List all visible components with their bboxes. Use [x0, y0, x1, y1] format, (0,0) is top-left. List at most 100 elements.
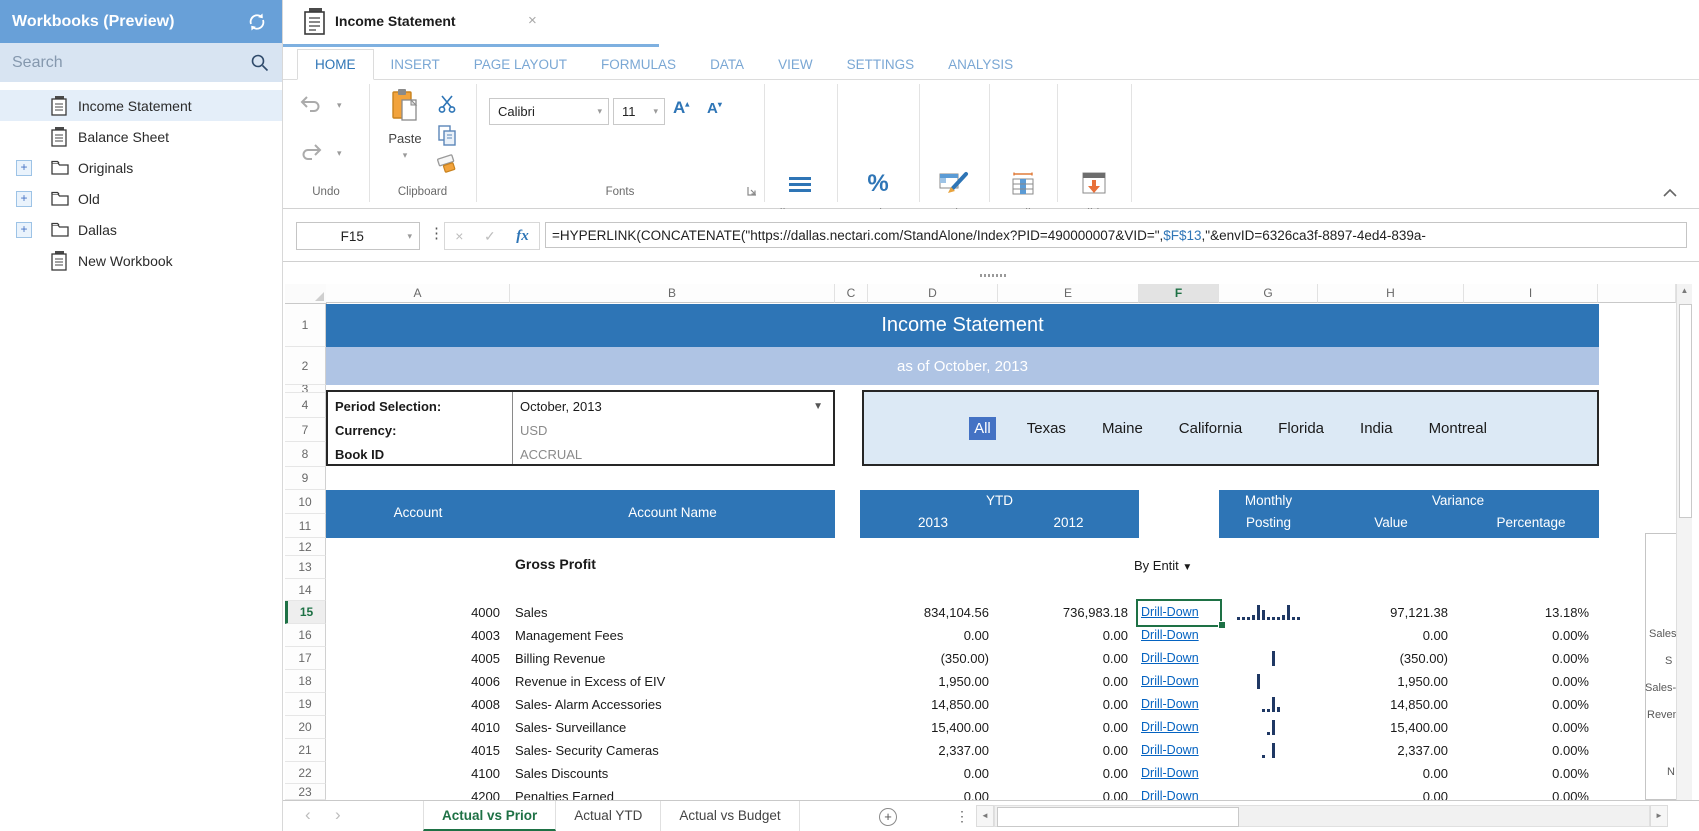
pane-resize-handle[interactable] — [980, 274, 1006, 277]
column-header-b[interactable]: B — [510, 284, 835, 303]
variance-pct-cell[interactable]: 0.00% — [1464, 716, 1589, 739]
row-header-7[interactable]: 7 — [285, 418, 326, 442]
account-cell[interactable]: 4003 — [326, 624, 500, 647]
account-name-cell[interactable]: Revenue in Excess of EIV — [515, 670, 665, 693]
ribbon-tab-home[interactable]: HOME — [297, 49, 374, 80]
sidebar-item-new-workbook[interactable]: + New Workbook — [0, 245, 282, 276]
scroll-left-icon[interactable]: ◄ — [976, 805, 994, 827]
search-input[interactable]: Search — [0, 43, 282, 82]
row-header-12[interactable]: 12 — [285, 538, 326, 556]
scroll-right-icon[interactable]: ► — [1650, 805, 1668, 827]
ytd-2013-cell[interactable]: 0.00 — [868, 762, 989, 785]
ytd-2013-cell[interactable]: 14,850.00 — [868, 693, 989, 716]
ytd-2013-cell[interactable]: 2,337.00 — [868, 739, 989, 762]
column-header-g[interactable]: G — [1219, 284, 1318, 303]
account-cell[interactable]: 4015 — [326, 739, 500, 762]
sheet-menu-icon[interactable]: ⋮ — [955, 808, 969, 825]
column-header-i[interactable]: I — [1464, 284, 1598, 303]
sheet-tab-actual-vs-prior[interactable]: Actual vs Prior — [423, 801, 556, 831]
ytd-2013-cell[interactable]: 0.00 — [868, 785, 989, 800]
drill-down-link[interactable]: Drill-Down — [1141, 624, 1199, 647]
sidebar-item-income-statement[interactable]: + Income Statement — [0, 90, 282, 121]
account-cell[interactable]: 4006 — [326, 670, 500, 693]
sidebar-item-dallas[interactable]: + Dallas — [0, 214, 282, 245]
column-header-h[interactable]: H — [1318, 284, 1464, 303]
refresh-icon[interactable] — [246, 11, 268, 33]
region-filter-option-maine[interactable]: Maine — [1097, 417, 1148, 440]
ribbon-tab-insert[interactable]: INSERT — [374, 50, 457, 79]
column-header-f[interactable]: F — [1139, 284, 1219, 303]
row-header-10[interactable]: 10 — [285, 490, 326, 514]
vertical-scrollbar-thumb[interactable] — [1679, 304, 1692, 518]
region-filter-option-india[interactable]: India — [1355, 417, 1398, 440]
paste-button[interactable]: Paste ▾ — [381, 88, 429, 161]
period-dropdown-icon[interactable]: ▼ — [813, 395, 823, 419]
entity-filter-dropdown[interactable]: By Entit ▼ — [1134, 558, 1192, 573]
collapse-ribbon-icon[interactable] — [1663, 188, 1677, 197]
drill-down-link[interactable]: Drill-Down — [1141, 716, 1199, 739]
row-header-2[interactable]: 2 — [285, 347, 326, 385]
account-cell[interactable]: 4008 — [326, 693, 500, 716]
document-tab-title[interactable]: Income Statement — [335, 13, 456, 29]
drill-down-link[interactable]: Drill-Down — [1141, 739, 1199, 762]
selection-fill-handle[interactable] — [1218, 621, 1226, 629]
ytd-2013-cell[interactable]: 0.00 — [868, 624, 989, 647]
variance-pct-cell[interactable]: 0.00% — [1464, 762, 1589, 785]
sheet-nav-left-icon[interactable]: ‹ — [305, 805, 311, 825]
region-filter-option-montreal[interactable]: Montreal — [1424, 417, 1492, 440]
format-painter-icon[interactable] — [435, 154, 459, 176]
fonts-dialog-launcher-icon[interactable] — [747, 186, 757, 196]
drill-down-link[interactable]: Drill-Down — [1141, 670, 1199, 693]
select-all-corner[interactable] — [285, 284, 327, 304]
row-header-4[interactable]: 4 — [285, 393, 326, 418]
variance-value-cell[interactable]: 15,400.00 — [1318, 716, 1448, 739]
ytd-2012-cell[interactable]: 0.00 — [998, 647, 1128, 670]
paste-dropdown-icon[interactable]: ▾ — [381, 150, 429, 161]
variance-value-cell[interactable]: 14,850.00 — [1318, 693, 1448, 716]
account-cell[interactable]: 4200 — [326, 785, 500, 800]
ribbon-tab-formulas[interactable]: FORMULAS — [584, 50, 693, 79]
ribbon-tab-view[interactable]: VIEW — [761, 50, 830, 79]
horizontal-scrollbar-thumb[interactable] — [997, 807, 1239, 827]
name-box-dropdown-icon[interactable]: ▾ — [407, 231, 419, 242]
variance-value-cell[interactable]: 97,121.38 — [1318, 601, 1448, 624]
sidebar-item-originals[interactable]: + Originals — [0, 152, 282, 183]
account-name-cell[interactable]: Penalties Earned — [515, 785, 614, 800]
sidebar-item-old[interactable]: + Old — [0, 183, 282, 214]
insert-function-icon[interactable]: fx — [516, 228, 529, 245]
row-header-3[interactable]: 3 — [285, 385, 326, 393]
shrink-font-button[interactable]: A▾ — [707, 100, 722, 117]
variance-pct-cell[interactable]: 0.00% — [1464, 785, 1589, 800]
horizontal-scrollbar[interactable] — [994, 805, 1650, 827]
add-sheet-button[interactable]: + — [879, 808, 897, 826]
variance-value-cell[interactable]: (350.00) — [1318, 647, 1448, 670]
ytd-2012-cell[interactable]: 0.00 — [998, 693, 1128, 716]
ribbon-tab-settings[interactable]: SETTINGS — [830, 50, 932, 79]
row-header-1[interactable]: 1 — [285, 304, 326, 347]
cut-icon[interactable] — [437, 94, 457, 114]
grow-font-button[interactable]: A▴ — [673, 98, 689, 118]
ribbon-tab-analysis[interactable]: ANALYSIS — [931, 50, 1030, 79]
drill-down-link[interactable]: Drill-Down — [1141, 762, 1199, 785]
variance-value-cell[interactable]: 2,337.00 — [1318, 739, 1448, 762]
region-filter-option-all[interactable]: All — [969, 417, 996, 440]
info-value[interactable]: October, 2013 — [520, 395, 602, 419]
undo-button[interactable] — [299, 94, 323, 114]
ytd-2012-cell[interactable]: 0.00 — [998, 762, 1128, 785]
variance-pct-cell[interactable]: 0.00% — [1464, 693, 1589, 716]
name-box[interactable]: F15 ▾ — [296, 222, 420, 250]
account-cell[interactable]: 4005 — [326, 647, 500, 670]
ytd-2013-cell[interactable]: 834,104.56 — [868, 601, 989, 624]
drill-down-link[interactable]: Drill-Down — [1141, 693, 1199, 716]
variance-pct-cell[interactable]: 0.00% — [1464, 670, 1589, 693]
drill-down-link[interactable]: Drill-Down — [1141, 785, 1199, 800]
sheet-tab-actual-vs-budget[interactable]: Actual vs Budget — [661, 801, 799, 831]
drill-down-link[interactable]: Drill-Down — [1141, 647, 1199, 670]
ytd-2012-cell[interactable]: 0.00 — [998, 716, 1128, 739]
region-filter-option-florida[interactable]: Florida — [1273, 417, 1329, 440]
account-name-cell[interactable]: Sales — [515, 601, 548, 624]
sheet-nav-right-icon[interactable]: › — [335, 805, 341, 825]
row-header-11[interactable]: 11 — [285, 514, 326, 538]
variance-pct-cell[interactable]: 0.00% — [1464, 647, 1589, 670]
variance-pct-cell[interactable]: 13.18% — [1464, 601, 1589, 624]
